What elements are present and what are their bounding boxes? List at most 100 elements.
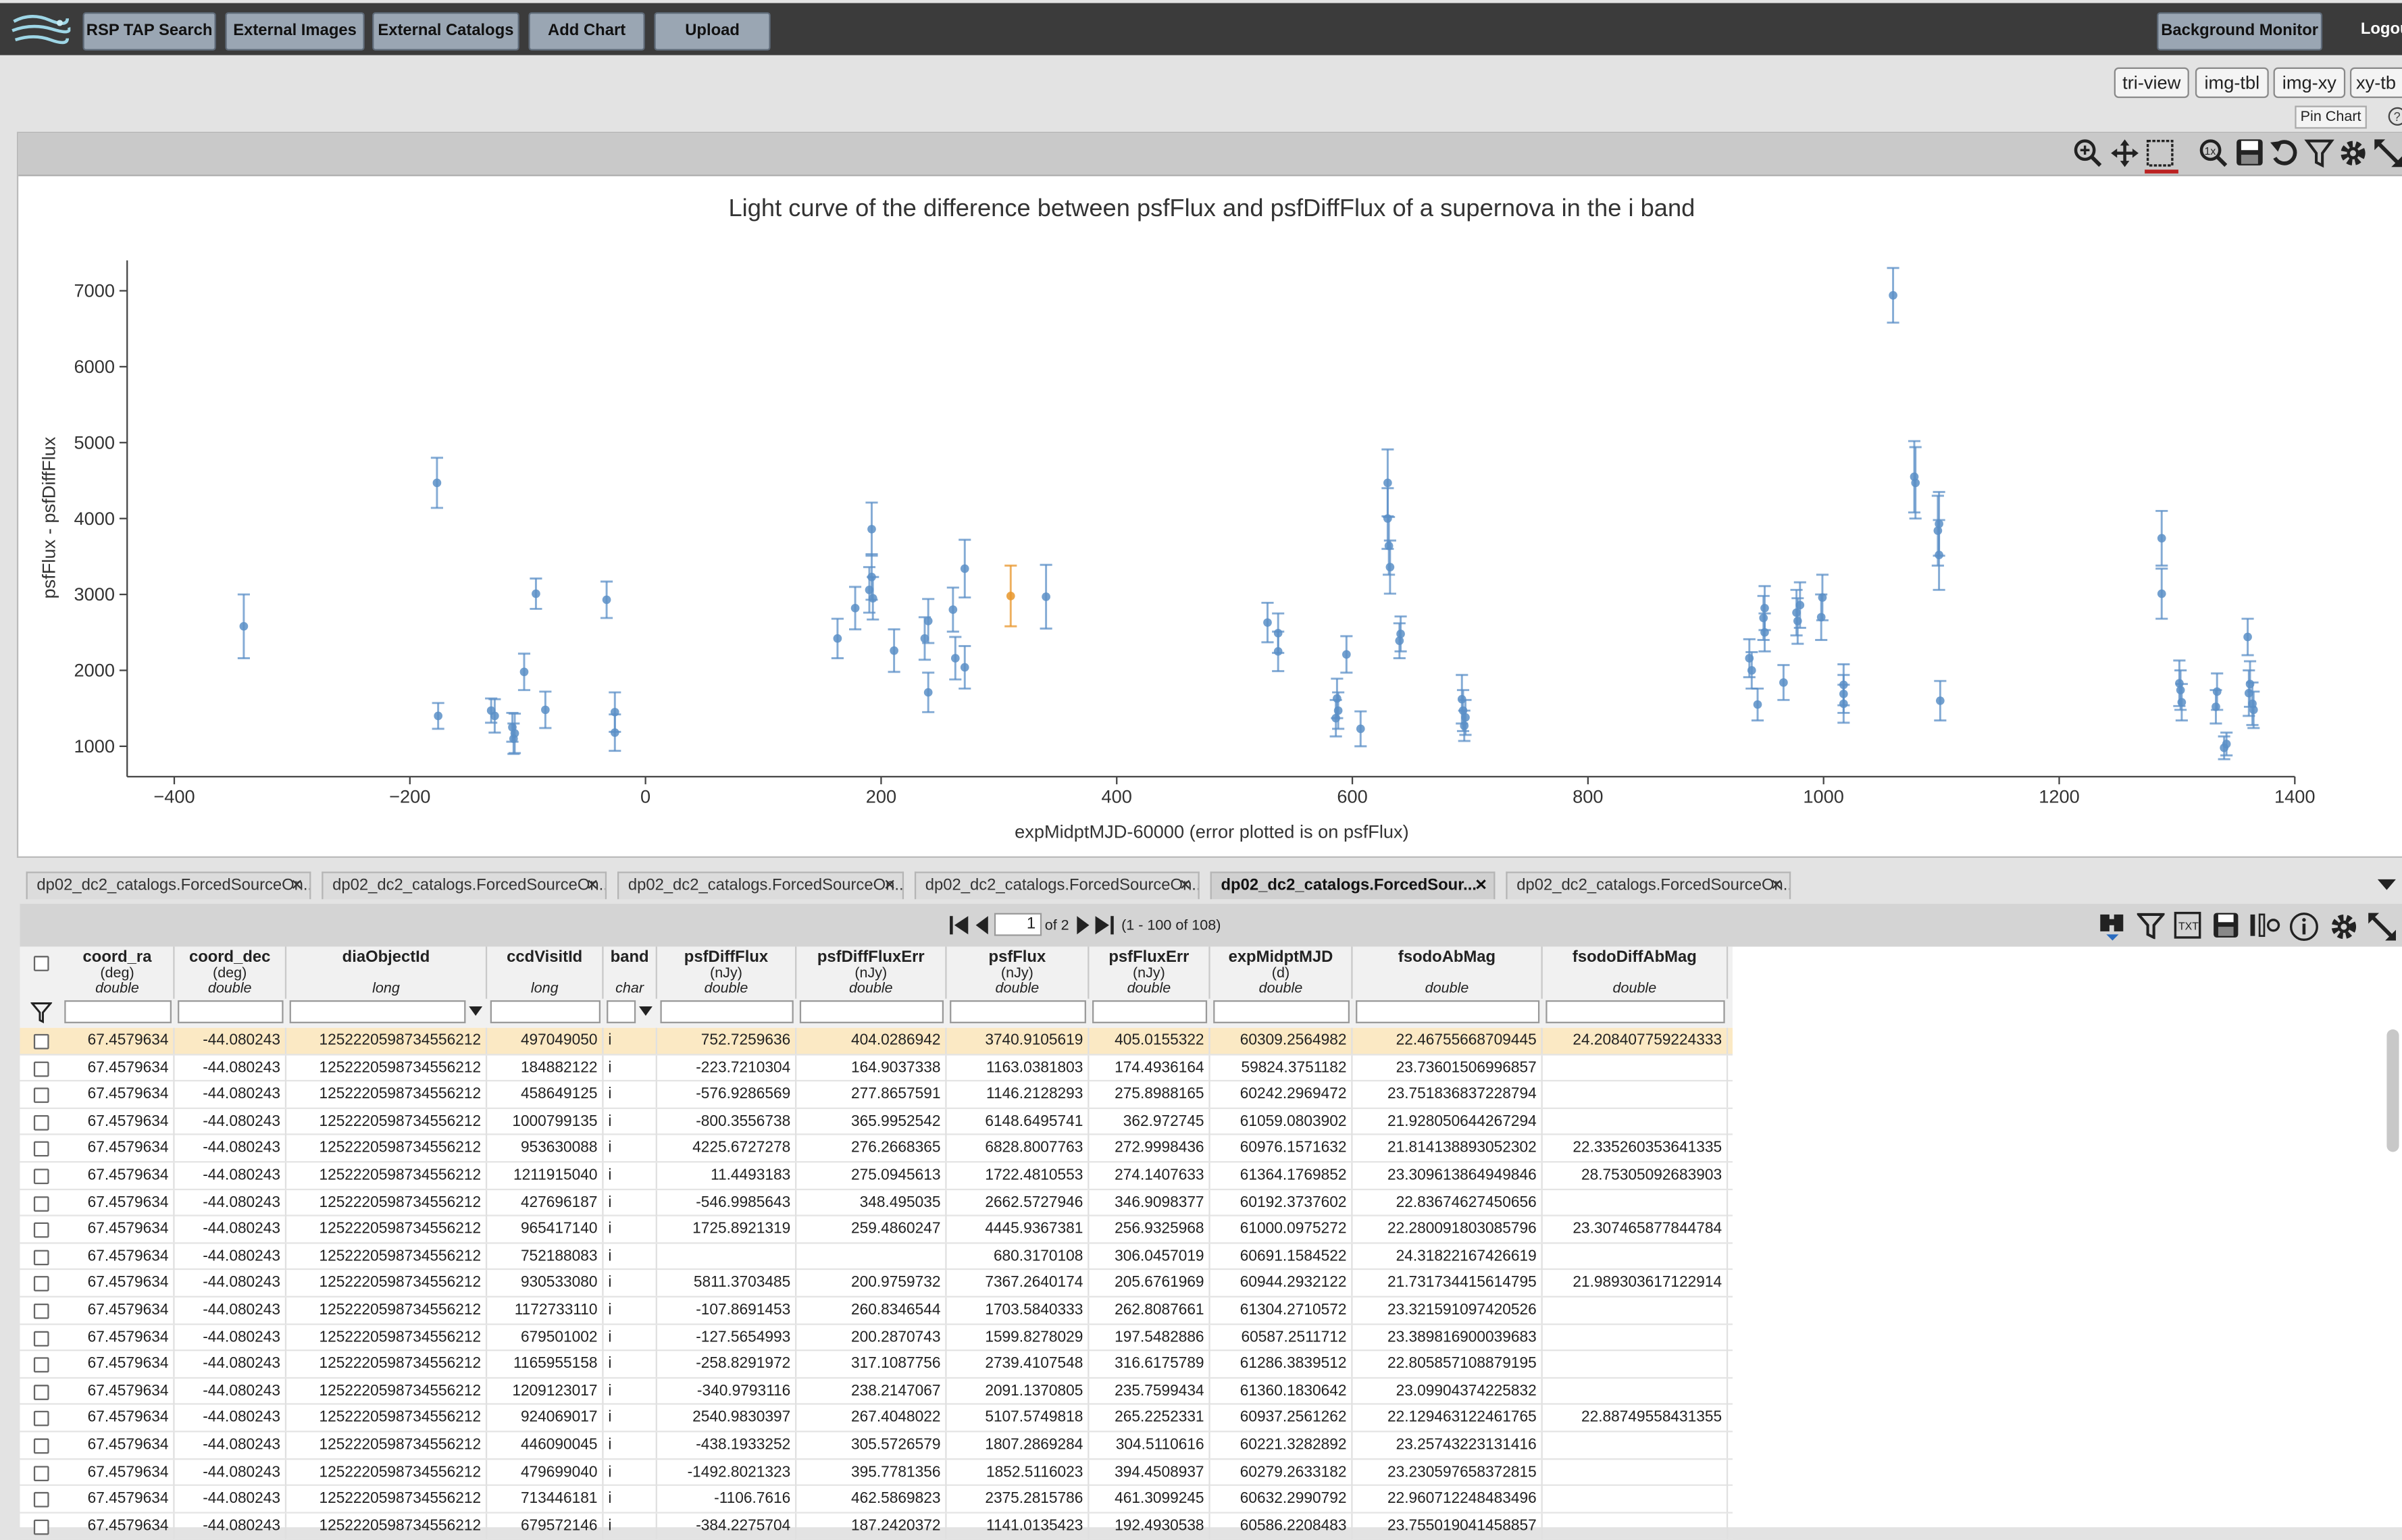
tab-table-4[interactable]: dp02_dc2_catalogs.ForcedSourceOn... ✕ bbox=[914, 871, 1200, 900]
filter-input-band[interactable] bbox=[607, 1000, 636, 1023]
table-row[interactable]: 67.4579634 -44.080243 1252220598734556212 4… bbox=[20, 1432, 1733, 1460]
table-row[interactable]: 67.4579634 -44.080243 1252220598734556212 4… bbox=[20, 1459, 1733, 1487]
close-tab-icon[interactable]: ✕ bbox=[1475, 873, 1487, 900]
data-marker bbox=[239, 621, 249, 631]
close-tab-icon[interactable]: ✕ bbox=[586, 873, 599, 900]
filter-input-psfdiffflux[interactable] bbox=[660, 1000, 794, 1023]
filter-input-fsododiffabmag[interactable] bbox=[1545, 1000, 1725, 1023]
table-settings-gear-icon[interactable] bbox=[2328, 911, 2359, 942]
row-checkbox[interactable] bbox=[33, 1141, 49, 1158]
row-checkbox[interactable] bbox=[33, 1492, 49, 1508]
y-tick-label: 4000 bbox=[74, 508, 116, 529]
cell-fsodoabmag: 22.805857108879195 bbox=[1353, 1351, 1543, 1378]
cell-fsodoabmag: 23.309613864949846 bbox=[1353, 1162, 1543, 1189]
row-checkbox[interactable] bbox=[33, 1438, 49, 1454]
column-unit: (nJy) bbox=[710, 965, 742, 982]
data-point bbox=[959, 645, 971, 690]
column-options-icon[interactable] bbox=[2249, 911, 2282, 939]
row-checkbox[interactable] bbox=[33, 1330, 49, 1346]
filter-input-psffluxerr[interactable] bbox=[1092, 1000, 1208, 1023]
row-checkbox[interactable] bbox=[33, 1357, 49, 1373]
tab-table-1[interactable]: dp02_dc2_catalogs.ForcedSourceOn... ✕ bbox=[26, 871, 311, 900]
cell-ccdvisitid: 427696187 bbox=[487, 1189, 604, 1216]
table-row[interactable]: 67.4579634 -44.080243 1252220598734556212 4… bbox=[20, 1027, 1733, 1055]
filter-row-icon[interactable] bbox=[30, 1002, 53, 1023]
column-name: band bbox=[610, 948, 649, 967]
close-tab-icon[interactable]: ✕ bbox=[290, 873, 303, 900]
filter-input-psfdifffluxerr[interactable] bbox=[799, 1000, 944, 1023]
tab-table-3[interactable]: dp02_dc2_catalogs.ForcedSourceOn... ✕ bbox=[617, 871, 904, 900]
row-checkbox[interactable] bbox=[33, 1223, 49, 1238]
filter-input-coord_ra[interactable] bbox=[64, 1000, 172, 1023]
page-number-input[interactable]: 1 bbox=[994, 913, 1042, 936]
cell-coord_dec: -44.080243 bbox=[175, 1054, 287, 1081]
filter-input-expmidptmjd[interactable] bbox=[1213, 1000, 1350, 1023]
filter-input-fsodoabmag[interactable] bbox=[1356, 1000, 1540, 1023]
table-row[interactable]: 67.4579634 -44.080243 1252220598734556212 7… bbox=[20, 1243, 1733, 1270]
table-row[interactable]: 67.4579634 -44.080243 1252220598734556212 1… bbox=[20, 1054, 1733, 1082]
tab-table-2[interactable]: dp02_dc2_catalogs.ForcedSourceOn... ✕ bbox=[322, 871, 607, 900]
table-row[interactable]: 67.4579634 -44.080243 1252220598734556212 9… bbox=[20, 1405, 1733, 1433]
row-checkbox[interactable] bbox=[33, 1465, 49, 1481]
row-checkbox[interactable] bbox=[33, 1033, 49, 1050]
table-expand-icon[interactable] bbox=[2367, 911, 2397, 942]
tab-table-6[interactable]: dp02_dc2_catalogs.ForcedSourceOn... ✕ bbox=[1506, 871, 1791, 900]
row-checkbox[interactable] bbox=[33, 1169, 49, 1185]
row-checkbox[interactable] bbox=[33, 1384, 49, 1400]
filter-dropdown-icon[interactable] bbox=[469, 1006, 483, 1017]
cell-fsododiffabmag: 23.307465877844784 bbox=[1543, 1216, 1729, 1243]
row-checkbox[interactable] bbox=[33, 1411, 49, 1427]
row-checkbox[interactable] bbox=[33, 1519, 49, 1535]
table-row[interactable]: 67.4579634 -44.080243 1252220598734556212 6… bbox=[20, 1513, 1733, 1540]
next-page-icon[interactable] bbox=[1074, 915, 1092, 936]
cell-band: i bbox=[604, 1459, 657, 1485]
data-point bbox=[237, 593, 250, 659]
filter-input-ccdvisitid[interactable] bbox=[490, 1000, 601, 1023]
row-checkbox[interactable] bbox=[33, 1196, 49, 1211]
cell-fsodoabmag: 21.928050644267294 bbox=[1353, 1108, 1543, 1135]
table-row[interactable]: 67.4579634 -44.080243 1252220598734556212 9… bbox=[20, 1135, 1733, 1163]
close-tab-icon[interactable]: ✕ bbox=[1770, 873, 1783, 900]
select-all-checkbox[interactable] bbox=[33, 956, 49, 971]
x-axis-label: expMidptMJD-60000 (error plotted is on p… bbox=[1015, 821, 1409, 842]
row-checkbox[interactable] bbox=[33, 1303, 49, 1319]
table-filter-icon[interactable] bbox=[2137, 911, 2165, 940]
last-page-icon[interactable] bbox=[1094, 915, 1115, 936]
tab-table-5-active[interactable]: dp02_dc2_catalogs.ForcedSour... ✕ bbox=[1210, 871, 1496, 900]
filter-selected-icon[interactable] bbox=[2099, 911, 2126, 942]
table-row[interactable]: 67.4579634 -44.080243 1252220598734556212 1… bbox=[20, 1108, 1733, 1136]
data-marker bbox=[519, 667, 529, 677]
cell-ccdvisitid: 1000799135 bbox=[487, 1108, 604, 1135]
filter-input-psfflux[interactable] bbox=[950, 1000, 1086, 1023]
table-scrollbar[interactable] bbox=[2386, 1029, 2399, 1152]
filter-input-coord_dec[interactable] bbox=[178, 1000, 284, 1023]
row-checkbox[interactable] bbox=[33, 1060, 49, 1077]
table-row[interactable]: 67.4579634 -44.080243 1252220598734556212 1… bbox=[20, 1162, 1733, 1190]
filter-dropdown-icon[interactable] bbox=[638, 1006, 653, 1017]
table-row[interactable]: 67.4579634 -44.080243 1252220598734556212 9… bbox=[20, 1216, 1733, 1244]
text-view-icon[interactable]: TXT bbox=[2174, 911, 2201, 939]
row-checkbox[interactable] bbox=[33, 1087, 49, 1104]
table-row[interactable]: 67.4579634 -44.080243 1252220598734556212 4… bbox=[20, 1081, 1733, 1109]
first-page-icon[interactable] bbox=[948, 915, 970, 936]
table-row[interactable]: 67.4579634 -44.080243 1252220598734556212 1… bbox=[20, 1378, 1733, 1406]
table-row[interactable]: 67.4579634 -44.080243 1252220598734556212 4… bbox=[20, 1189, 1733, 1217]
close-tab-icon[interactable]: ✕ bbox=[1179, 873, 1192, 900]
row-checkbox[interactable] bbox=[33, 1114, 49, 1131]
table-row[interactable]: 67.4579634 -44.080243 1252220598734556212 7… bbox=[20, 1486, 1733, 1514]
table-save-icon[interactable] bbox=[2212, 911, 2240, 939]
close-tab-icon[interactable]: ✕ bbox=[884, 873, 896, 900]
table-row[interactable]: 67.4579634 -44.080243 1252220598734556212 1… bbox=[20, 1297, 1733, 1325]
row-checkbox[interactable] bbox=[33, 1250, 49, 1265]
info-icon[interactable] bbox=[2289, 911, 2319, 942]
row-checkbox[interactable] bbox=[33, 1277, 49, 1292]
column-unit bbox=[1353, 967, 1541, 982]
table-row[interactable]: 67.4579634 -44.080243 1252220598734556212 9… bbox=[20, 1270, 1733, 1298]
tab-dropdown-icon[interactable] bbox=[2377, 879, 2396, 892]
table-row[interactable]: 67.4579634 -44.080243 1252220598734556212 1… bbox=[20, 1351, 1733, 1379]
column-name: fsodoDiffAbMag bbox=[1572, 948, 1697, 967]
filter-input-diaobjectid[interactable] bbox=[289, 1000, 466, 1023]
previous-page-icon[interactable] bbox=[973, 915, 991, 936]
data-marker bbox=[2157, 589, 2166, 598]
table-row[interactable]: 67.4579634 -44.080243 1252220598734556212 6… bbox=[20, 1324, 1733, 1352]
